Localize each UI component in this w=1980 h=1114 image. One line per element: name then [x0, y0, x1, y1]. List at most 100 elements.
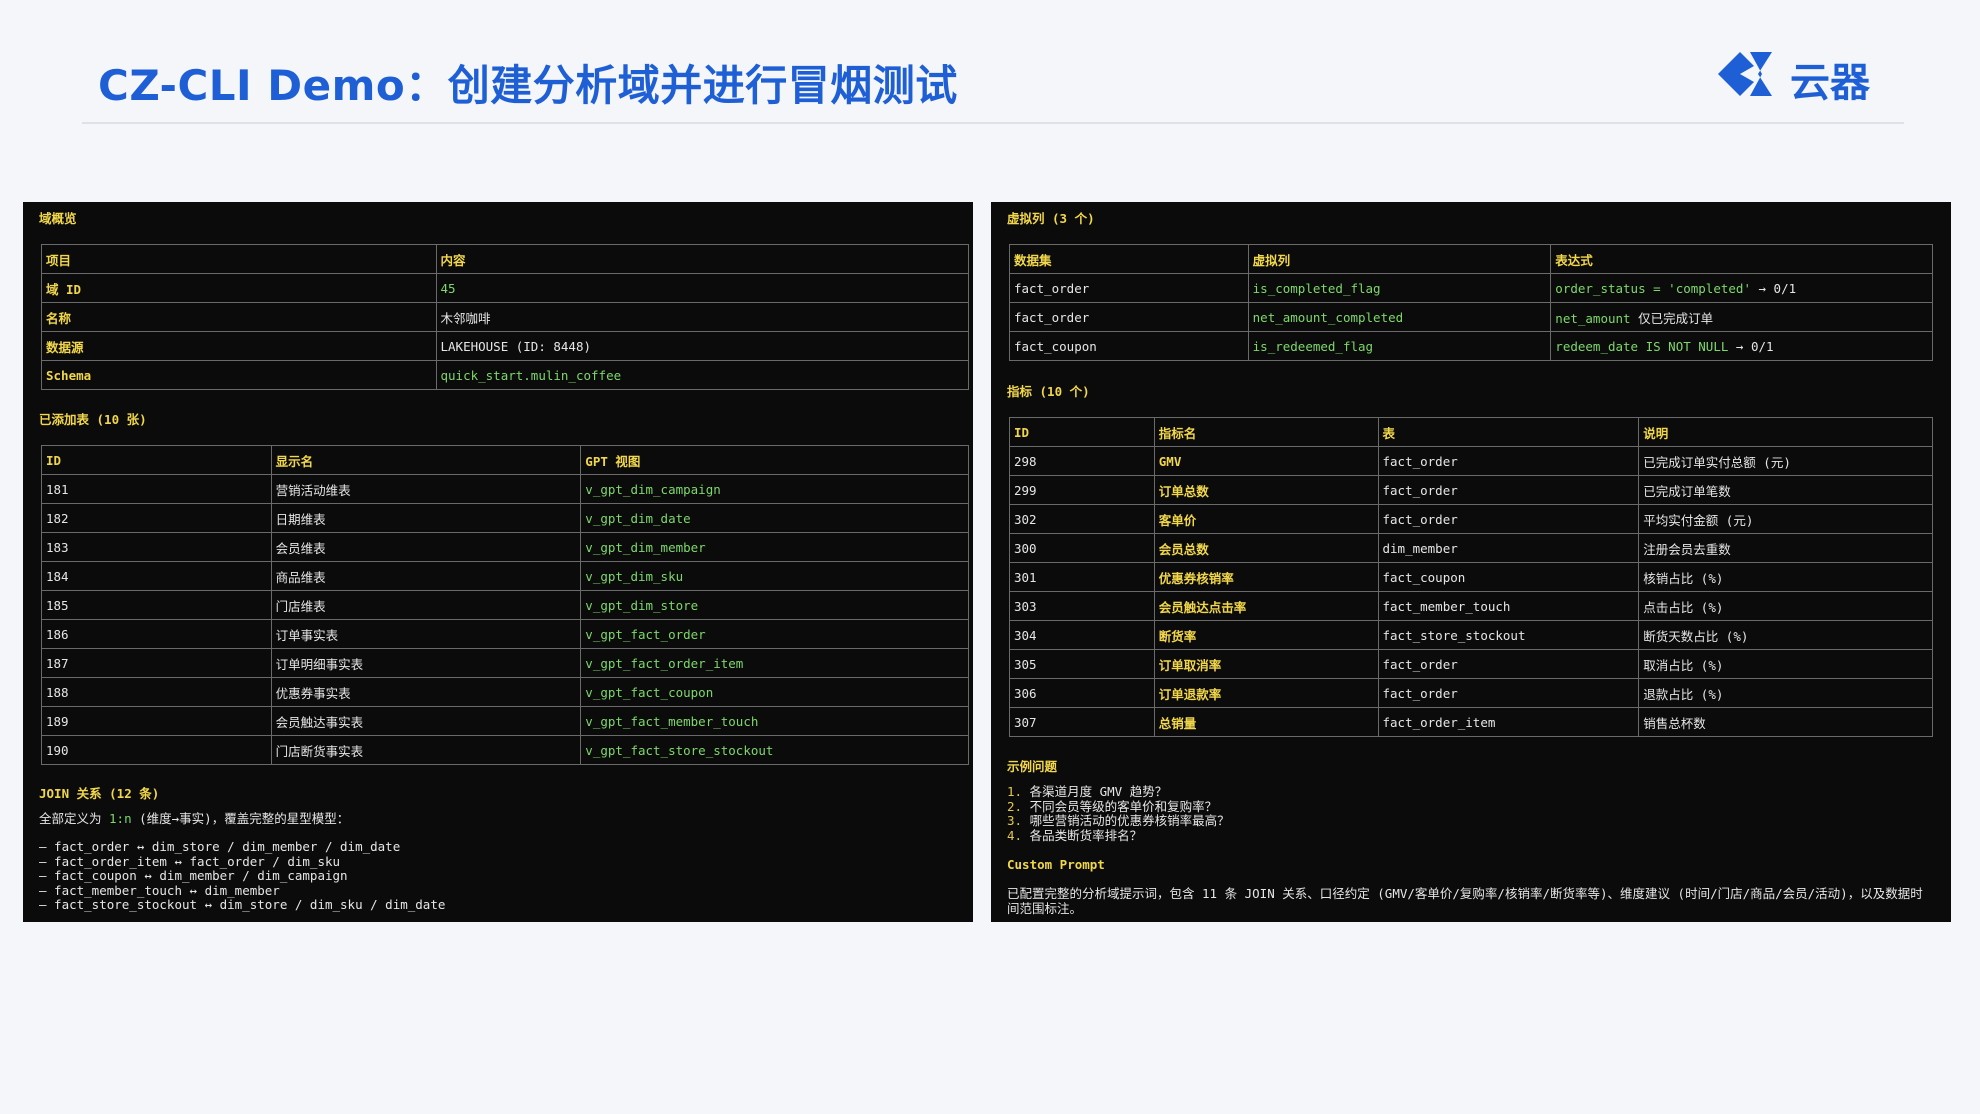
join-line: – fact_order_item ↔ fact_order / dim_sku	[39, 853, 341, 869]
virtual-expression: order_status = 'completed' → 0/1	[1550, 273, 1933, 303]
overview-table: 项目 内容 域 ID 45 名称 木邻咖啡 数据源 LAKEHOUSE (ID: 8448…	[41, 244, 969, 390]
metric-description: 断货天数占比 (%)	[1638, 620, 1933, 650]
overview-value: quick_start.mulin_coffee	[435, 360, 969, 390]
yunqi-logo: 云器	[1714, 46, 1874, 106]
question-number: 4.	[1007, 827, 1023, 843]
table-gpt-view: v_gpt_fact_member_touch	[580, 706, 969, 736]
table-display-name: 营销活动维表	[270, 474, 582, 504]
table-display-name: 日期维表	[270, 503, 582, 533]
joins-list: – fact_order ↔ dim_store / dim_member / …	[39, 839, 446, 913]
table-row: 186 订单事实表 v_gpt_fact_order	[41, 619, 969, 649]
table-id: 190	[41, 735, 272, 765]
metric-table: fact_store_stockout	[1377, 620, 1640, 650]
table-id: 181	[41, 474, 272, 504]
column-header: 指标名	[1153, 417, 1379, 447]
column-header: 项目	[41, 244, 437, 274]
table-row: Schema quick_start.mulin_coffee	[41, 360, 969, 390]
question-text: 各渠道月度 GMV 趋势？	[1022, 784, 1168, 799]
table-row: 181 营销活动维表 v_gpt_dim_campaign	[41, 474, 969, 504]
question-item: 4. 各品类断货率排名？	[1007, 827, 1230, 844]
metric-name: 会员总数	[1153, 533, 1379, 563]
expression-note: 仅已完成订单	[1630, 310, 1714, 326]
joins-intro-prefix: 全部定义为	[39, 811, 110, 826]
table-gpt-view: v_gpt_fact_coupon	[580, 677, 969, 707]
table-row: fact_order is_completed_flag order_status …	[1009, 273, 1933, 303]
virtual-dataset: fact_coupon	[1009, 331, 1249, 361]
table-id: 187	[41, 648, 272, 678]
expression-note: → 0/1	[1750, 280, 1797, 296]
question-number: 3.	[1007, 813, 1023, 828]
table-header-row: 项目 内容	[41, 244, 969, 274]
join-line: – fact_store_stockout ↔ dim_store / dim_…	[39, 897, 446, 912]
metric-description: 核销占比 (%)	[1638, 562, 1933, 592]
table-row: fact_coupon is_redeemed_flag redeem_date I…	[1009, 331, 1933, 361]
table-display-name: 优惠券事实表	[270, 677, 582, 707]
question-item: 1. 各渠道月度 GMV 趋势？	[1007, 784, 1230, 800]
expression-code: order_status = 'completed'	[1555, 280, 1751, 296]
metric-id: 299	[1009, 475, 1155, 505]
metric-table: fact_member_touch	[1377, 591, 1640, 621]
metric-table: fact_order_item	[1377, 707, 1640, 737]
column-header: ID	[1009, 417, 1155, 447]
metric-id: 303	[1009, 591, 1155, 621]
virtual-column-name: is_redeemed_flag	[1247, 331, 1552, 361]
table-display-name: 商品维表	[270, 561, 582, 591]
metric-table: dim_member	[1377, 533, 1640, 563]
metric-id: 300	[1009, 533, 1155, 563]
table-gpt-view: v_gpt_fact_order_item	[580, 648, 969, 678]
column-header: 表	[1377, 417, 1640, 447]
metric-description: 取消占比 (%)	[1638, 649, 1933, 679]
column-header: 虚拟列	[1247, 244, 1552, 274]
table-row: 185 门店维表 v_gpt_dim_store	[41, 590, 969, 620]
expression-code: net_amount	[1555, 310, 1631, 326]
metric-table: fact_coupon	[1377, 562, 1640, 592]
table-row: 190 门店断货事实表 v_gpt_fact_store_stockout	[41, 735, 969, 765]
table-gpt-view: v_gpt_dim_campaign	[580, 474, 969, 504]
table-row: 307 总销量 fact_order_item 销售总杯数	[1009, 707, 1933, 737]
terminal-panel-right: 虚拟列 (3 个) 数据集 虚拟列 表达式 fact_order is_compl…	[991, 202, 1951, 922]
table-gpt-view: v_gpt_dim_date	[580, 503, 969, 533]
table-row: 298 GMV fact_order 已完成订单实付总额 (元)	[1009, 446, 1933, 476]
metric-description: 点击占比 (%)	[1638, 591, 1933, 621]
expression-code: redeem_date IS NOT NULL	[1555, 338, 1729, 354]
virtual-dataset: fact_order	[1009, 273, 1249, 303]
overview-value: 木邻咖啡	[435, 302, 969, 332]
table-row: 187 订单明细事实表 v_gpt_fact_order_item	[41, 648, 969, 678]
section-title-metrics: 指标 (10 个)	[1007, 384, 1090, 399]
table-gpt-view: v_gpt_dim_store	[580, 590, 969, 620]
table-display-name: 门店断货事实表	[270, 735, 582, 765]
table-row: 182 日期维表 v_gpt_dim_date	[41, 503, 969, 533]
virtual-dataset: fact_order	[1009, 302, 1249, 332]
table-id: 185	[41, 590, 272, 620]
page-title: CZ-CLI Demo：创建分析域并进行冒烟测试	[98, 61, 958, 110]
metric-description: 退款占比 (%)	[1638, 678, 1933, 708]
joins-intro-suffix: (维度→事实)，覆盖完整的星型模型：	[131, 811, 350, 826]
virtual-expression: net_amount 仅已完成订单	[1550, 302, 1933, 332]
metric-table: fact_order	[1377, 446, 1640, 476]
question-text: 各品类断货率排名？	[1022, 827, 1143, 843]
table-header-row: ID 指标名 表 说明	[1009, 417, 1933, 447]
column-header: ID	[41, 445, 272, 475]
table-id: 182	[41, 503, 272, 533]
overview-key: 名称	[41, 302, 437, 332]
table-id: 183	[41, 532, 272, 562]
table-row: 184 商品维表 v_gpt_dim_sku	[41, 561, 969, 591]
table-header-row: ID 显示名 GPT 视图	[41, 445, 969, 475]
metric-name: 客单价	[1153, 504, 1379, 534]
column-header: 说明	[1638, 417, 1933, 447]
table-row: 域 ID 45	[41, 273, 969, 303]
metric-description: 已完成订单笔数	[1638, 475, 1933, 505]
metric-id: 301	[1009, 562, 1155, 592]
section-title-overview: 域概览	[39, 211, 77, 226]
metric-id: 302	[1009, 504, 1155, 534]
metric-description: 平均实付金额 (元)	[1638, 504, 1933, 534]
metric-name: 订单取消率	[1153, 649, 1379, 679]
virtual-columns-table: 数据集 虚拟列 表达式 fact_order is_completed_flag o…	[1009, 244, 1933, 361]
section-title-joins: JOIN 关系 (12 条)	[39, 786, 160, 801]
title-divider	[82, 122, 1904, 124]
table-id: 184	[41, 561, 272, 591]
table-row: 数据源 LAKEHOUSE (ID: 8448)	[41, 331, 969, 361]
custom-prompt-text: 已配置完整的分析域提示词，包含 11 条 JOIN 关系、口径约定 (GMV/客…	[1007, 886, 1923, 916]
metric-table: fact_order	[1377, 504, 1640, 534]
questions-list: 1. 各渠道月度 GMV 趋势？ 2. 不同会员等级的客单价和复购率？ 3. 哪些营…	[1007, 784, 1230, 844]
